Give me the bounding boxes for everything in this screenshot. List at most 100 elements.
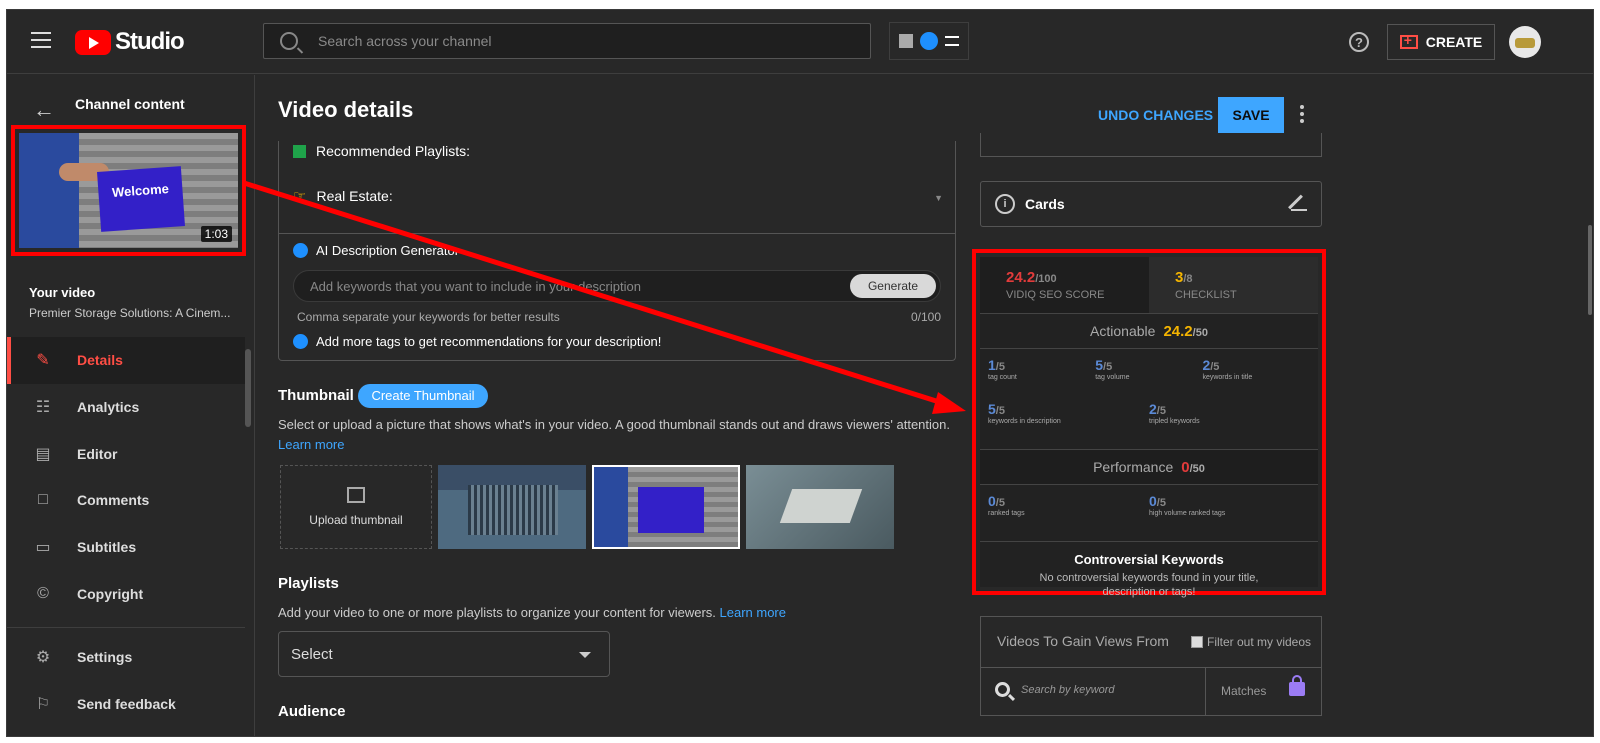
sidebar-item-editor[interactable]: ▤ Editor (7, 430, 245, 477)
your-video-label: Your video (29, 285, 96, 300)
thumbnail-learn-more-link[interactable]: Learn more (278, 437, 344, 452)
controversial-desc-line-2: description or tags! (1102, 586, 1196, 598)
recommended-playlists-text: Recommended Playlists: (316, 143, 471, 159)
help-icon[interactable]: ? (1349, 32, 1369, 52)
performance-metrics: 0/5 ranked tags 0/5 high volume ranked t… (980, 485, 1318, 541)
tab-checklist[interactable]: 3/8 CHECKLIST (1149, 257, 1318, 313)
seo-score-label: VIDIQ SEO SCORE (1006, 289, 1105, 301)
feedback-icon: ⚐ (35, 696, 51, 714)
ai-keywords-input[interactable]: Add keywords that you want to include in… (293, 270, 941, 302)
search-icon (995, 682, 1010, 697)
thumb-person (19, 133, 79, 248)
performance-value: 0 (1181, 458, 1190, 476)
sidebar-item-comments[interactable]: □ Comments (7, 477, 245, 524)
ai-header-text: AI Description Generator (316, 243, 460, 258)
vidiq-icon[interactable] (919, 32, 938, 50)
back-arrow-icon[interactable]: ← (33, 97, 55, 123)
sidebar-scrollbar[interactable] (245, 337, 253, 617)
vidiq-seo-panel: 24.2/100 VIDIQ SEO SCORE 3/8 CHECKLIST A… (980, 257, 1318, 598)
sidebar-item-details[interactable]: ✎ Details (7, 337, 245, 384)
playlist-select-value: Select (291, 646, 333, 663)
studio-logo[interactable]: Studio (75, 28, 185, 56)
metric-keywords-in-description: 5/5 keywords in description (988, 401, 1149, 445)
seo-tabs: 24.2/100 VIDIQ SEO SCORE 3/8 CHECKLIST (980, 257, 1318, 313)
metric-den: /5 (1156, 497, 1166, 509)
save-button[interactable]: SAVE (1218, 97, 1284, 133)
metric-value: 1 (988, 357, 996, 373)
right-panel-top-box (980, 133, 1322, 157)
thumbnail-option-3[interactable] (746, 465, 894, 549)
youtube-logo-icon (75, 29, 111, 55)
filter-checkbox[interactable] (1191, 636, 1203, 648)
thumbnail-option-1[interactable] (438, 465, 586, 549)
video-thumbnail-highlight: Welcome 1:03 (11, 125, 246, 256)
editor-icon: ▤ (35, 445, 51, 463)
filter-out-my-videos[interactable]: Filter out my videos (1191, 635, 1311, 649)
sidebar-item-label: Details (77, 352, 123, 369)
metric-tag-count: 1/5 tag count (988, 357, 1095, 401)
metric-label: keywords in title (1202, 374, 1253, 381)
resize-handle-icon[interactable]: ▼ (934, 193, 943, 203)
sidebar-item-subtitles[interactable]: ▭ Subtitles (7, 524, 245, 571)
thumbnail-description: Select or upload a picture that shows wh… (278, 417, 950, 432)
copyright-icon: © (37, 584, 49, 602)
tab-seo-score[interactable]: 24.2/100 VIDIQ SEO SCORE (980, 257, 1149, 313)
playlists-description-text: Add your video to one or more playlists … (278, 605, 716, 620)
video-title: Premier Storage Solutions: A Cinem... (29, 306, 231, 320)
lock-icon[interactable] (1289, 675, 1305, 696)
more-options-icon[interactable] (1300, 105, 1304, 123)
stats-icon[interactable] (899, 34, 914, 48)
sidebar-item-label: Analytics (77, 399, 140, 416)
sidebar-item-analytics[interactable]: ☷ Analytics (7, 384, 245, 431)
search-input[interactable]: Search across your channel (263, 23, 871, 59)
cards-panel[interactable]: i Cards (980, 181, 1322, 227)
search-icon (280, 32, 298, 50)
ai-keywords-placeholder: Add keywords that you want to include in… (310, 279, 641, 294)
metric-ranked-tags: 0/5 ranked tags (988, 493, 1149, 537)
real-estate-line: ☞ Real Estate: (293, 187, 393, 205)
ai-char-count: 0/100 (910, 310, 941, 324)
sidebar-item-label: Copyright (77, 585, 144, 602)
playlists-title: Playlists (278, 575, 339, 592)
page-scrollbar[interactable] (1585, 75, 1593, 736)
upload-thumbnail-button[interactable]: Upload thumbnail (280, 465, 432, 549)
menu-icon[interactable] (31, 32, 51, 48)
extension-toolbar (889, 22, 969, 60)
controversial-keywords: Controversial Keywords No controversial … (980, 541, 1318, 599)
thumbnail-options: Upload thumbnail (280, 465, 894, 549)
metric-keywords-in-title: 2/5 keywords in title (1202, 357, 1309, 401)
sidebar-item-settings[interactable]: ⚙ Settings (7, 634, 245, 681)
sidebar-item-send-feedback[interactable]: ⚐ Send feedback (7, 681, 245, 728)
sidebar-item-label: Settings (77, 649, 133, 666)
check-icon (293, 144, 306, 158)
generate-button[interactable]: Generate (850, 274, 936, 298)
thumb-bag: Welcome (97, 166, 185, 232)
filter-label: Filter out my videos (1207, 635, 1312, 649)
video-thumbnail[interactable]: Welcome 1:03 (19, 133, 238, 248)
keyword-search-input[interactable]: Search by keyword (1021, 684, 1115, 696)
chevron-down-icon (579, 652, 591, 658)
actionable-header: Actionable 24.2/50 (980, 313, 1318, 349)
controversial-desc-line-1: No controversial keywords found in your … (1039, 572, 1259, 584)
metric-tag-volume: 5/5 tag volume (1095, 357, 1202, 401)
playlists-learn-more-link[interactable]: Learn more (720, 605, 786, 620)
more-tags-line: Add more tags to get recommendations for… (293, 334, 661, 349)
matches-label: Matches (1221, 684, 1267, 698)
undo-changes-button[interactable]: UNDO CHANGES (1098, 107, 1213, 123)
checklist-den: /8 (1183, 273, 1193, 285)
metric-label: tag count (988, 374, 1017, 381)
metric-den: /5 (995, 361, 1005, 373)
thumbnail-option-2-selected[interactable] (592, 465, 740, 549)
sidebar-item-label: Subtitles (77, 539, 137, 556)
create-thumbnail-button[interactable]: Create Thumbnail (358, 384, 488, 408)
avatar[interactable] (1509, 26, 1541, 58)
metric-tripled-keywords: 2/5 tripled keywords (1149, 401, 1310, 445)
ai-header: AI Description Generator (293, 243, 459, 258)
list-icon[interactable] (944, 36, 959, 46)
create-button[interactable]: CREATE (1387, 24, 1495, 60)
cards-label: Cards (1025, 196, 1065, 212)
playlist-select[interactable]: Select (278, 631, 610, 677)
sidebar-item-copyright[interactable]: © Copyright (7, 570, 245, 617)
add-image-icon (347, 487, 365, 503)
edit-pencil-icon[interactable] (1291, 195, 1307, 211)
